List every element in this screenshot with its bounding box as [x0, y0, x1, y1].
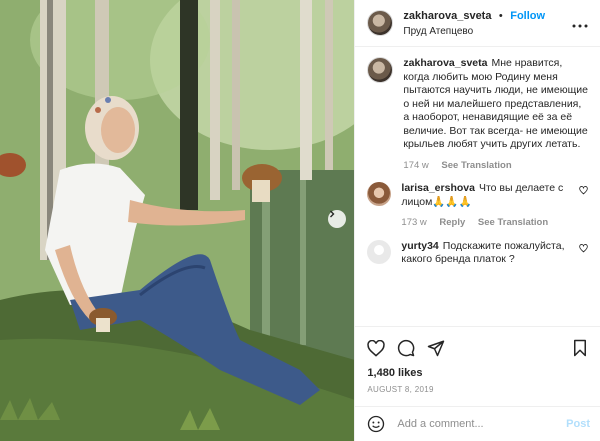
photo-illustration	[0, 0, 355, 441]
follow-button[interactable]: Follow	[510, 10, 545, 22]
add-comment-bar: Post	[355, 406, 600, 441]
save-icon[interactable]	[572, 339, 588, 357]
comment-icon[interactable]	[397, 339, 415, 357]
post-photo[interactable]	[0, 0, 355, 441]
like-comment-heart-icon[interactable]	[572, 182, 588, 230]
post-actions: 1,480 likes AUGUST 8, 2019	[355, 326, 600, 406]
see-translation-link[interactable]: See Translation	[441, 160, 511, 171]
comment-body: larisa_ershova Что вы делаете с лицом🙏🙏🙏 …	[401, 182, 572, 230]
separator-dot: •	[498, 10, 503, 22]
avatar[interactable]	[367, 182, 392, 206]
post-details-panel: zakharova_sveta • Follow Пруд Атепцево z…	[354, 0, 600, 441]
post-date[interactable]: AUGUST 8, 2019	[367, 385, 588, 394]
comment-meta: 174 w See Translation	[403, 159, 588, 173]
comment-username[interactable]: larisa_ershova	[401, 182, 475, 194]
comments-list: zakharova_sveta Мне нравится, когда любит…	[355, 47, 600, 326]
comment-input[interactable]	[395, 417, 567, 431]
post-button[interactable]: Post	[566, 418, 590, 430]
caption-comment: zakharova_sveta Мне нравится, когда любит…	[367, 57, 588, 172]
action-bar	[367, 337, 588, 359]
comment-text: Мне нравится, когда любить мою Родину ме…	[403, 57, 588, 150]
header-text: zakharova_sveta • Follow Пруд Атепцево	[403, 7, 570, 39]
avatar[interactable]	[367, 239, 392, 264]
likes-count[interactable]: 1,480 likes	[367, 367, 588, 379]
list-item: yurty34 Подскажите пожалуйста, какого бре…	[367, 239, 588, 267]
author-username[interactable]: zakharova_sveta	[403, 10, 491, 22]
comment-username[interactable]: zakharova_sveta	[403, 57, 487, 69]
post-header: zakharova_sveta • Follow Пруд Атепцево	[355, 0, 600, 47]
next-photo-button[interactable]	[328, 210, 346, 228]
comment-meta: 173 w Reply See Translation	[401, 216, 572, 230]
comment-age[interactable]: 174 w	[403, 160, 428, 171]
share-icon[interactable]	[427, 339, 445, 357]
see-translation-link[interactable]: See Translation	[478, 217, 548, 228]
post-modal: zakharova_sveta • Follow Пруд Атепцево z…	[0, 0, 600, 441]
comment-age[interactable]: 173 w	[401, 217, 426, 228]
avatar[interactable]	[367, 10, 394, 36]
like-comment-heart-icon[interactable]	[572, 240, 588, 267]
more-horizontal-icon[interactable]	[570, 15, 590, 31]
comment-username[interactable]: yurty34	[401, 240, 438, 252]
emoji-icon[interactable]	[367, 415, 385, 433]
avatar[interactable]	[367, 57, 394, 83]
comment-body: zakharova_sveta Мне нравится, когда любит…	[403, 57, 588, 172]
heart-icon[interactable]	[367, 339, 386, 357]
post-location[interactable]: Пруд Атепцево	[403, 24, 570, 39]
reply-button[interactable]: Reply	[439, 217, 465, 228]
list-item: larisa_ershova Что вы делаете с лицом🙏🙏🙏 …	[367, 182, 588, 230]
comment-body: yurty34 Подскажите пожалуйста, какого бре…	[401, 240, 572, 267]
